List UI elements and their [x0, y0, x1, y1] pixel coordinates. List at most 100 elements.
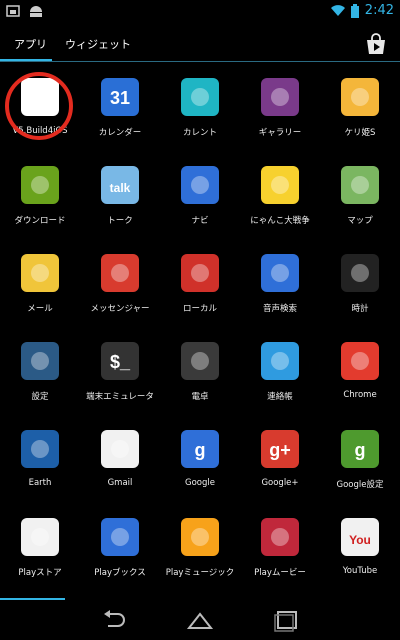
status-bar: 2:42 [0, 0, 400, 24]
clock-time: 2:42 [364, 3, 394, 18]
maps-icon [341, 166, 379, 204]
battery-icon [350, 3, 359, 18]
app-voice-search[interactable]: 音声検索 [240, 252, 320, 340]
app-play-books[interactable]: Playブックス [80, 516, 160, 604]
app-label: ローカル [182, 304, 217, 314]
app-gmail[interactable]: Gmail [80, 428, 160, 516]
app-label: ケリ姫S [344, 128, 376, 138]
app-chrome[interactable]: Chrome [320, 340, 400, 428]
app-label: カレント [182, 128, 217, 138]
play-movies-icon [261, 518, 299, 556]
navigation-bar [0, 600, 400, 640]
messenger-icon [101, 254, 139, 292]
app-label: ナビ [191, 216, 209, 226]
app-currents[interactable]: カレント [160, 76, 240, 164]
earth-icon [21, 430, 59, 468]
app-clock[interactable]: 時計 [320, 252, 400, 340]
nyanko-icon [261, 166, 299, 204]
app-label: Playブックス [94, 568, 146, 578]
app-play-movies[interactable]: Playムービー [240, 516, 320, 604]
svg-text:$_: $_ [110, 352, 131, 372]
talk-icon: talk [101, 166, 139, 204]
app-label: 時計 [351, 304, 369, 314]
play-store-icon [21, 518, 59, 556]
app-label: Chrome [343, 390, 377, 400]
download-icon [21, 166, 59, 204]
app-google[interactable]: g Google [160, 428, 240, 516]
app-calculator[interactable]: 電卓 [160, 340, 240, 428]
notification-image-icon [6, 5, 20, 17]
back-icon[interactable] [100, 608, 128, 632]
app-label: にゃんこ大戦争 [250, 216, 310, 226]
app-messenger[interactable]: メッセンジャー [80, 252, 160, 340]
tab-bar: アプリ ウィジェット [0, 24, 400, 62]
tab-divider [0, 61, 400, 62]
app-contacts[interactable]: 連絡帳 [240, 340, 320, 428]
svg-text:g+: g+ [269, 440, 291, 460]
svg-text:talk: talk [110, 181, 131, 195]
app-label: 端末エミュレータ [86, 392, 154, 402]
app-label: カレンダー [98, 128, 142, 138]
app-label: 設定 [31, 392, 49, 402]
google-settings-icon: g [341, 430, 379, 468]
app-settings[interactable]: 設定 [0, 340, 80, 428]
app-talk[interactable]: talk トーク [80, 164, 160, 252]
app-download[interactable]: ダウンロード [0, 164, 80, 252]
app-google-settings[interactable]: g Google設定 [320, 428, 400, 516]
tab-apps[interactable]: アプリ [14, 36, 47, 52]
app-label: メール [27, 304, 53, 314]
wifi-icon [330, 4, 345, 16]
play-music-icon [181, 518, 219, 556]
app-label: 連絡帳 [267, 392, 293, 402]
app-maps[interactable]: マップ [320, 164, 400, 252]
currents-icon [181, 78, 219, 116]
app-gallery[interactable]: ギャラリー [240, 76, 320, 164]
app-label: Playムービー [254, 568, 306, 578]
kerihime-icon [341, 78, 379, 116]
terminal-icon: $_ [101, 342, 139, 380]
chrome-icon [341, 342, 379, 380]
email-icon [21, 254, 59, 292]
calendar-icon: 31 [101, 78, 139, 116]
google-icon: g [181, 430, 219, 468]
app-earth[interactable]: Earth [0, 428, 80, 516]
app-label: Google+ [261, 478, 299, 488]
local-icon [181, 254, 219, 292]
svg-text:31: 31 [110, 88, 130, 108]
voice-search-icon [261, 254, 299, 292]
app-label: 音声検索 [262, 304, 297, 314]
recent-apps-icon[interactable] [272, 608, 300, 632]
app-terminal[interactable]: $_ 端末エミュレータ [80, 340, 160, 428]
app-label: メッセンジャー [90, 304, 150, 314]
svg-text:You: You [349, 533, 371, 547]
settings-icon [21, 342, 59, 380]
google-plus-icon: g+ [261, 430, 299, 468]
svg-text:g: g [355, 440, 366, 460]
app-local[interactable]: ローカル [160, 252, 240, 340]
home-icon[interactable] [186, 608, 214, 632]
app-email[interactable]: メール [0, 252, 80, 340]
app-calendar[interactable]: 31 カレンダー [80, 76, 160, 164]
app-label: Google [185, 478, 215, 488]
app-label: Playミュージック [165, 568, 235, 578]
app-nyanko[interactable]: にゃんこ大戦争 [240, 164, 320, 252]
app-label: 電卓 [191, 392, 209, 402]
app-label: マップ [347, 216, 373, 226]
play-books-icon [101, 518, 139, 556]
app-google-plus[interactable]: g+ Google+ [240, 428, 320, 516]
app-navigation[interactable]: ナビ [160, 164, 240, 252]
app-label: Playストア [18, 568, 62, 578]
highlight-circle [5, 72, 73, 140]
app-kerihime[interactable]: ケリ姫S [320, 76, 400, 164]
android-icon [30, 6, 42, 17]
tab-widgets[interactable]: ウィジェット [65, 36, 131, 52]
app-label: ギャラリー [258, 128, 302, 138]
app-label: トーク [107, 216, 133, 226]
navigation-icon [181, 166, 219, 204]
clock-icon [341, 254, 379, 292]
app-label: YouTube [342, 566, 378, 576]
app-play-music[interactable]: Playミュージック [160, 516, 240, 604]
play-store-shortcut-icon[interactable] [364, 32, 388, 56]
app-play-store[interactable]: Playストア [0, 516, 80, 604]
app-youtube[interactable]: You YouTube [320, 516, 400, 604]
